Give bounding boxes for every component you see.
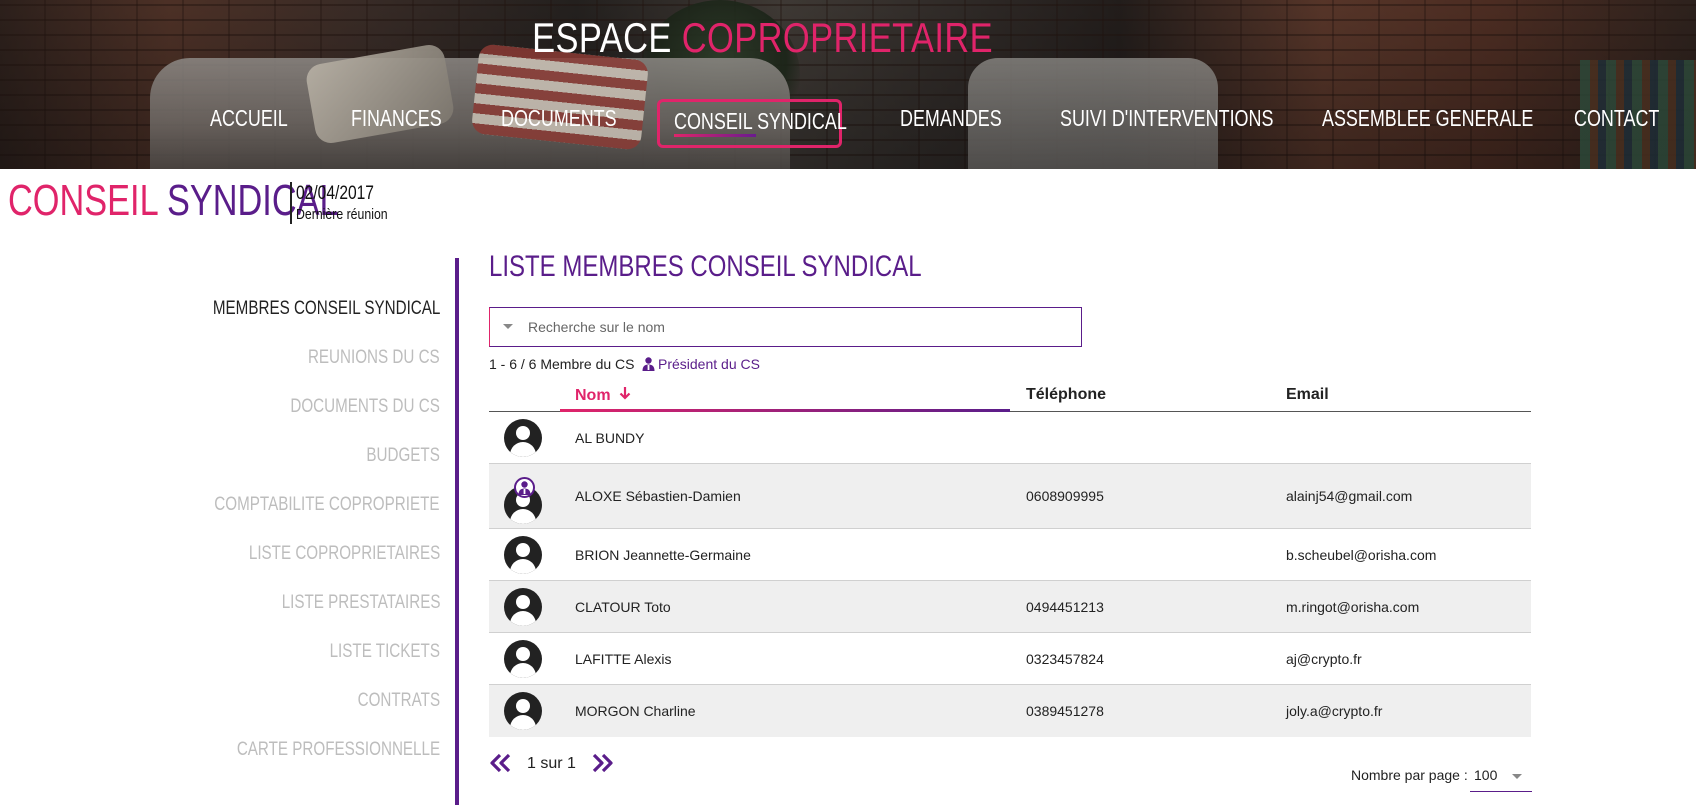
member-name: ALOXE Sébastien-Damien — [575, 488, 741, 504]
double-chevron-left-icon — [490, 753, 511, 773]
president-icon — [518, 481, 531, 495]
page-indicator: 1 sur 1 — [527, 755, 576, 772]
member-phone: 0608909995 — [1026, 488, 1104, 504]
main-nav: ACCUEIL FINANCES DOCUMENTS CONSEIL SYNDI… — [0, 103, 1696, 143]
nav-item-assemblee-generale[interactable]: ASSEMBLEE GENERALE — [1322, 103, 1533, 143]
table-row[interactable]: BRION Jeannette-Germaine b.scheubel@oris… — [489, 529, 1531, 581]
president-icon — [642, 357, 655, 371]
next-page-button[interactable] — [590, 752, 616, 776]
per-page-select[interactable]: 100 — [1470, 762, 1532, 792]
sidebar-item-membres[interactable]: MEMBRES CONSEIL SYNDICAL — [213, 298, 441, 320]
sidebar-item-prestataires[interactable]: LISTE PRESTATAIRES — [281, 592, 440, 614]
member-name: AL BUNDY — [575, 430, 645, 446]
page-title-part1: CONSEIL — [8, 176, 158, 225]
member-phone: 0389451278 — [1026, 703, 1104, 719]
avatar-icon — [504, 419, 542, 457]
result-count: 1 - 6 / 6 Membre du CS — [489, 356, 635, 372]
caret-down-icon — [1512, 774, 1522, 779]
search-input[interactable] — [528, 308, 1068, 346]
member-email: alainj54@gmail.com — [1286, 488, 1413, 504]
per-page-value: 100 — [1474, 767, 1498, 783]
table-row[interactable]: CLATOUR Toto 0494451213 m.ringot@orisha.… — [489, 581, 1531, 633]
president-legend: Président du CS — [642, 356, 760, 372]
sidebar-item-coproprietaires[interactable]: LISTE COPROPRIETAIRES — [249, 543, 440, 565]
member-email: m.ringot@orisha.com — [1286, 599, 1420, 615]
search-field[interactable] — [489, 307, 1082, 347]
nav-item-contact[interactable]: CONTACT — [1574, 103, 1659, 143]
sidebar-item-tickets[interactable]: LISTE TICKETS — [330, 641, 440, 663]
sidebar-item-contrats[interactable]: CONTRATS — [358, 690, 440, 712]
sidebar-item-carte-pro[interactable]: CARTE PROFESSIONNELLE — [237, 739, 440, 761]
sidebar-item-reunions[interactable]: REUNIONS DU CS — [308, 347, 440, 369]
member-name: CLATOUR Toto — [575, 599, 671, 615]
header-banner: ESPACE COPROPRIETAIRE ACCUEIL FINANCES D… — [0, 0, 1696, 169]
sidebar-item-budgets[interactable]: BUDGETS — [367, 445, 440, 467]
avatar-icon — [504, 588, 542, 626]
table-row[interactable]: MORGON Charline 0389451278 joly.a@crypto… — [489, 685, 1531, 737]
column-header-name[interactable]: Nom — [575, 386, 631, 405]
title-divider — [290, 182, 292, 224]
avatar-icon — [504, 692, 542, 730]
section-title: LISTE MEMBRES CONSEIL SYNDICAL — [489, 250, 922, 283]
member-name: MORGON Charline — [575, 703, 696, 719]
president-legend-label: Président du CS — [658, 356, 760, 372]
nav-item-suivi-interventions[interactable]: SUIVI D'INTERVENTIONS — [1060, 103, 1273, 143]
nav-item-accueil[interactable]: ACCUEIL — [210, 103, 288, 143]
per-page-label: Nombre par page : — [1351, 767, 1468, 783]
president-badge — [514, 477, 535, 498]
double-chevron-right-icon — [592, 753, 613, 773]
avatar-icon — [504, 640, 542, 678]
nav-item-demandes[interactable]: DEMANDES — [900, 103, 1002, 143]
member-email: joly.a@crypto.fr — [1286, 703, 1383, 719]
member-name: LAFITTE Alexis — [575, 651, 672, 667]
sidebar-item-comptabilite[interactable]: COMPTABILITE COPROPRIETE — [215, 494, 440, 516]
table-row[interactable]: LAFITTE Alexis 0323457824 aj@crypto.fr — [489, 633, 1531, 685]
member-email: b.scheubel@orisha.com — [1286, 547, 1437, 563]
column-header-phone[interactable]: Téléphone — [1026, 386, 1106, 404]
site-brand[interactable]: ESPACE COPROPRIETAIRE — [0, 14, 1525, 62]
brand-main: ESPACE — [532, 14, 672, 61]
prev-page-button[interactable] — [489, 752, 515, 776]
last-meeting-label: Dernière réunion — [296, 206, 388, 223]
member-phone: 0494451213 — [1026, 599, 1104, 615]
table-header: Nom Téléphone Email — [489, 380, 1531, 412]
member-name: BRION Jeannette-Germaine — [575, 547, 751, 563]
table-row[interactable]: AL BUNDY — [489, 412, 1531, 464]
arrow-down-icon — [619, 387, 631, 400]
sidebar-divider — [455, 258, 459, 805]
avatar-icon — [504, 536, 542, 574]
column-header-email[interactable]: Email — [1286, 386, 1329, 404]
caret-down-icon[interactable] — [503, 324, 513, 329]
sidebar-item-documents[interactable]: DOCUMENTS DU CS — [291, 396, 440, 418]
last-meeting-date: 02/04/2017 — [296, 183, 374, 204]
member-email: aj@crypto.fr — [1286, 651, 1362, 667]
member-phone: 0323457824 — [1026, 651, 1104, 667]
nav-item-conseil-syndical[interactable]: CONSEIL SYNDICAL — [674, 106, 847, 146]
nav-item-documents[interactable]: DOCUMENTS — [501, 103, 617, 143]
table-row[interactable]: ALOXE Sébastien-Damien 0608909995 alainj… — [489, 464, 1531, 529]
members-table: Nom Téléphone Email AL BUNDY ALOXE Sébas… — [489, 380, 1531, 737]
column-header-name-label: Nom — [575, 387, 611, 404]
nav-item-finances[interactable]: FINANCES — [351, 103, 442, 143]
brand-accent: COPROPRIETAIRE — [681, 14, 994, 61]
